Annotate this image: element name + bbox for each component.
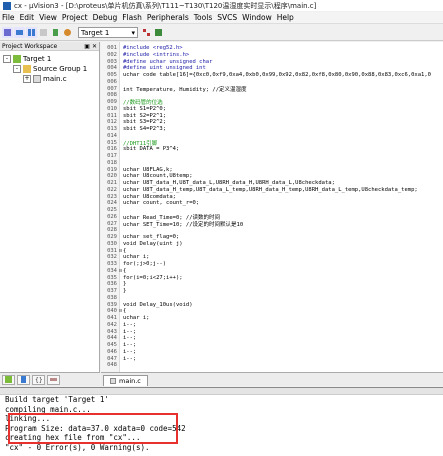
menu-debug[interactable]: Debug (93, 13, 118, 22)
c-file-icon (110, 378, 116, 384)
project-tab[interactable] (2, 374, 15, 385)
project-workspace: Project Workspace ▣ ✕ - Target 1 - Sourc… (0, 42, 100, 372)
target-select[interactable]: Target 1 ▾ (78, 27, 138, 38)
target-select-value: Target 1 (81, 28, 110, 37)
pin-icon[interactable]: ▣ (84, 43, 90, 50)
code-line[interactable]: 048 (101, 361, 443, 369)
project-tree: - Target 1 - Source Group 1 + main.c (0, 51, 99, 84)
target-options-icon[interactable] (62, 27, 73, 38)
title-bar: cx - μVision3 - [D:\proteus\单片机仿真\系列\T11… (0, 0, 443, 11)
collapse-icon[interactable]: - (13, 65, 21, 73)
editor-tabs: main.c (101, 372, 443, 386)
target-icon (13, 55, 21, 63)
code-editor[interactable]: 001 #include <reg52.h> 002 #include <intrin… (101, 42, 443, 372)
menu-view[interactable]: View (39, 13, 57, 22)
collapse-icon[interactable]: - (3, 55, 11, 63)
chevron-down-icon: ▾ (131, 28, 135, 37)
c-file-icon (33, 75, 41, 83)
menu-help[interactable]: Help (277, 13, 294, 22)
tree-item-target[interactable]: - Target 1 (0, 54, 99, 64)
rebuild-icon[interactable] (26, 27, 37, 38)
menu-tools[interactable]: Tools (194, 13, 212, 22)
templates-tab[interactable] (47, 374, 60, 385)
manage-components-icon[interactable] (141, 27, 152, 38)
svg-text:{}: {} (35, 377, 42, 383)
tree-item-main-c[interactable]: + main.c (0, 74, 99, 84)
output-header (0, 388, 443, 395)
tab-label: main.c (119, 377, 141, 385)
workspace-title: Project Workspace (2, 42, 58, 50)
file-extensions-icon[interactable] (153, 27, 164, 38)
menu-bar: File Edit View Project Debug Flash Perip… (0, 12, 443, 24)
menu-window[interactable]: Window (242, 13, 272, 22)
download-icon[interactable] (50, 27, 61, 38)
translate-icon[interactable] (2, 27, 13, 38)
menu-peripherals[interactable]: Peripherals (147, 13, 189, 22)
tree-item-label: Target 1 (23, 55, 52, 63)
workspace-header: Project Workspace ▣ ✕ (0, 42, 99, 51)
close-icon[interactable]: ✕ (92, 43, 97, 50)
highlight-annotation-box (8, 413, 178, 444)
build-icon[interactable] (14, 27, 25, 38)
tree-item-source-group[interactable]: - Source Group 1 (0, 64, 99, 74)
tab-main-c[interactable]: main.c (103, 375, 148, 386)
output-line: Build target 'Target 1' (5, 395, 109, 404)
stop-build-icon[interactable] (38, 27, 49, 38)
window-title: cx - μVision3 - [D:\proteus\单片机仿真\系列\T11… (14, 1, 317, 10)
menu-edit[interactable]: Edit (20, 13, 35, 22)
menu-project[interactable]: Project (62, 13, 88, 22)
uvision-app-icon (3, 1, 11, 10)
folder-icon (23, 65, 31, 73)
tree-item-label: Source Group 1 (33, 65, 88, 73)
expand-icon[interactable]: + (23, 75, 31, 83)
menu-flash[interactable]: Flash (122, 13, 142, 22)
functions-tab[interactable]: {} (32, 374, 45, 385)
tree-item-label: main.c (43, 75, 67, 83)
line-number: 048 (107, 362, 117, 369)
menu-svcs[interactable]: SVCS (217, 13, 237, 22)
menu-file[interactable]: File (2, 13, 15, 22)
workspace-tabs: {} (0, 372, 100, 386)
books-tab[interactable] (17, 374, 30, 385)
build-toolbar: Target 1 ▾ (0, 25, 443, 41)
